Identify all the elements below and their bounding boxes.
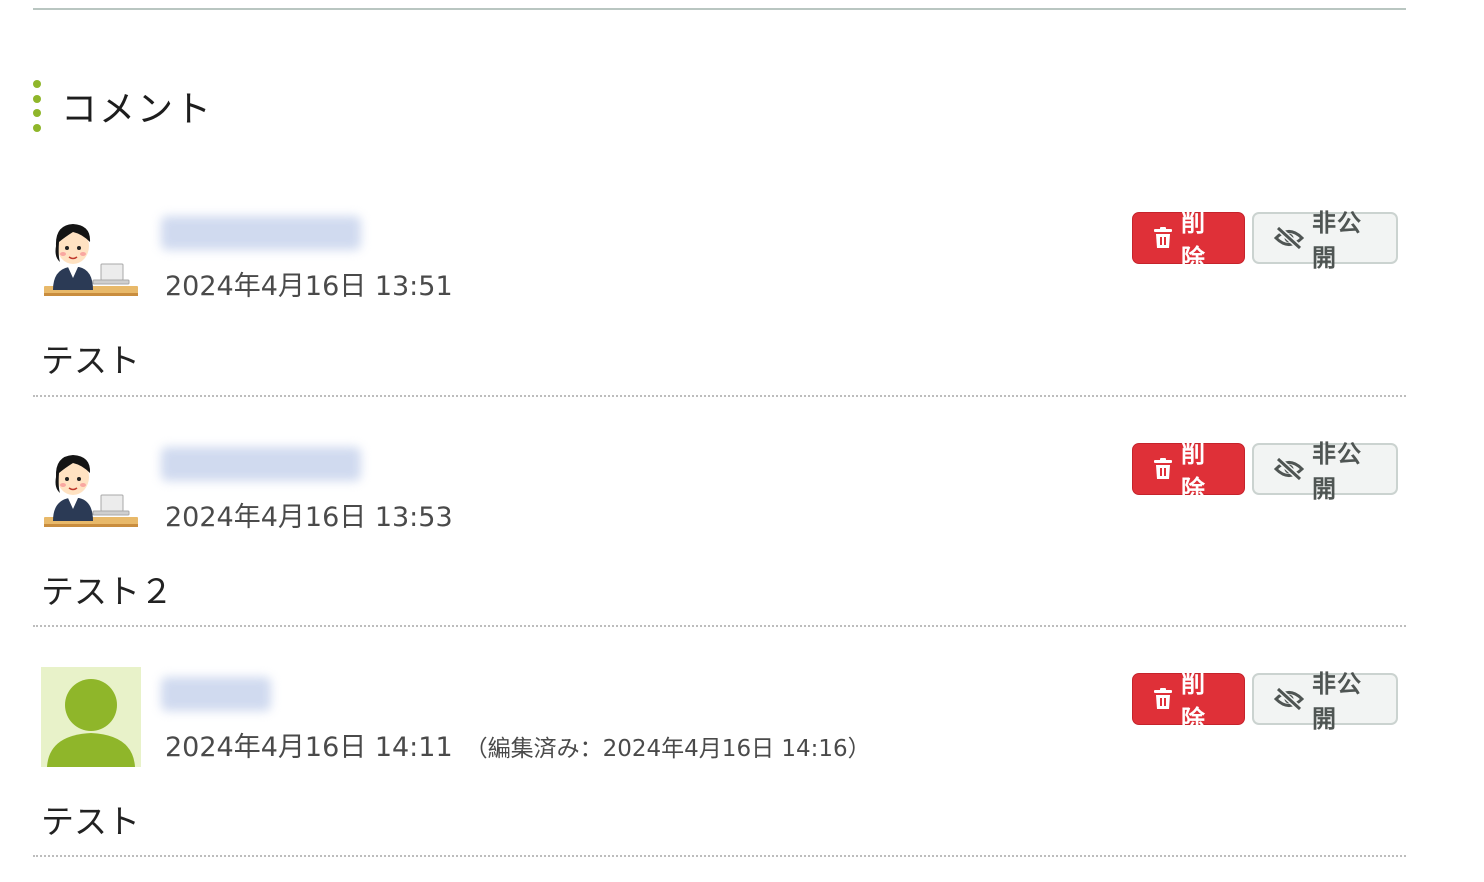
trash-icon: [1154, 688, 1172, 709]
delete-button[interactable]: 削除: [1132, 440, 1245, 503]
comment-date: 2024年4月16日 14:11 （編集済み：2024年4月16日 14:16）: [165, 732, 871, 763]
comment-section: コメント 2024年4月16日 13:51 削除 非公開 テスト 2024年4月…: [0, 0, 1484, 882]
trash-icon: [1154, 227, 1172, 248]
comment-body: テスト: [41, 802, 140, 841]
dotted-bar-icon: [33, 80, 41, 132]
delete-button[interactable]: 削除: [1132, 209, 1245, 272]
comment-date: 2024年4月16日 13:51: [165, 271, 453, 302]
hide-button[interactable]: 非公開: [1252, 670, 1398, 733]
hide-button[interactable]: 非公開: [1252, 440, 1398, 503]
delete-button[interactable]: 削除: [1132, 670, 1245, 733]
comment-divider: [33, 625, 1406, 627]
eye-slash-icon: [1274, 226, 1304, 250]
comment-actions: 削除 非公開: [1132, 440, 1398, 503]
author-name-redacted: [161, 216, 361, 250]
hide-button[interactable]: 非公開: [1252, 209, 1398, 272]
default-user-icon: [41, 667, 141, 767]
avatar-illustration-icon: [41, 212, 141, 312]
comment-body: テスト２: [41, 572, 173, 611]
comment-body: テスト: [41, 341, 140, 380]
avatar-illustration-icon: [41, 443, 141, 543]
author-name-redacted: [161, 447, 361, 481]
comment-actions: 削除 非公開: [1132, 209, 1398, 272]
eye-slash-icon: [1274, 457, 1304, 481]
comment-actions: 削除 非公開: [1132, 670, 1398, 733]
trash-icon: [1154, 458, 1172, 479]
section-divider: [33, 8, 1406, 10]
comment-divider: [33, 395, 1406, 397]
section-title: コメント: [61, 89, 214, 130]
eye-slash-icon: [1274, 687, 1304, 711]
author-name-redacted: [161, 677, 271, 711]
section-heading: コメント: [33, 80, 213, 132]
comment-divider: [33, 855, 1406, 857]
comment-date: 2024年4月16日 13:53: [165, 502, 453, 533]
